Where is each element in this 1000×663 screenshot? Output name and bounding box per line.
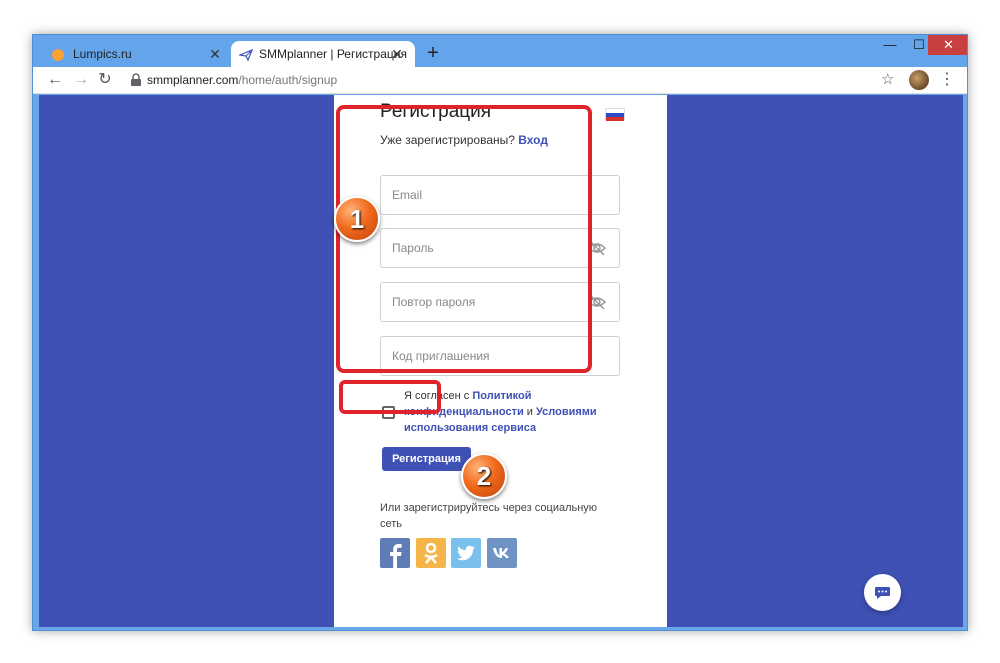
tab-title: SMMplanner | Регистрация	[259, 47, 407, 61]
register-button-highlight	[339, 380, 441, 414]
vk-icon	[493, 548, 509, 558]
tab-smmplanner[interactable]: SMMplanner | Регистрация ✕	[231, 41, 415, 67]
tab-title: Lumpics.ru	[73, 47, 132, 61]
form-fields-highlight	[336, 105, 592, 373]
twitter-icon	[456, 545, 475, 561]
paper-plane-icon	[239, 48, 253, 62]
facebook-icon	[390, 544, 402, 568]
social-signup-text: Или зарегистрируйтесь через социальную с…	[380, 502, 598, 530]
new-tab-button[interactable]: +	[423, 43, 443, 63]
facebook-button[interactable]	[380, 538, 410, 568]
back-button[interactable]: ←	[45, 70, 65, 90]
tab-bar: Lumpics.ru ✕ SMMplanner | Регистрация ✕ …	[33, 35, 967, 67]
bookmark-star-icon[interactable]: ☆	[881, 70, 894, 88]
profile-avatar[interactable]	[909, 70, 929, 90]
reload-button[interactable]: ↻	[95, 70, 115, 90]
close-tab-icon[interactable]: ✕	[207, 46, 223, 62]
odnoklassniki-button[interactable]	[416, 538, 446, 568]
chat-button[interactable]	[864, 574, 901, 611]
close-tab-icon[interactable]: ✕	[389, 46, 405, 62]
url-path: /home/auth/signup	[238, 73, 338, 87]
vk-button[interactable]	[487, 538, 517, 568]
window-close-button[interactable]: ✕	[928, 35, 967, 55]
lock-icon	[131, 73, 141, 86]
url-host: smmplanner.com	[147, 73, 239, 87]
twitter-button[interactable]	[451, 538, 481, 568]
minimize-button[interactable]: —	[875, 35, 905, 55]
tab-lumpics[interactable]: Lumpics.ru ✕	[37, 41, 233, 67]
step-badge-2: 2	[461, 453, 507, 499]
register-button[interactable]: Регистрация	[382, 447, 471, 471]
lumpics-favicon-icon	[52, 49, 64, 61]
agree-middle: и	[526, 406, 533, 418]
chat-bubble-icon	[875, 587, 890, 599]
odnoklassniki-icon	[424, 542, 438, 564]
browser-menu-icon[interactable]: ⋮	[939, 69, 955, 89]
step-badge-1: 1	[334, 196, 380, 242]
address-bar[interactable]: smmplanner.com/home/auth/signup	[147, 73, 337, 87]
browser-toolbar: ← → ↻ smmplanner.com/home/auth/signup ☆ …	[33, 67, 967, 94]
forward-button[interactable]: →	[71, 70, 91, 90]
russian-flag-icon[interactable]	[605, 108, 625, 121]
